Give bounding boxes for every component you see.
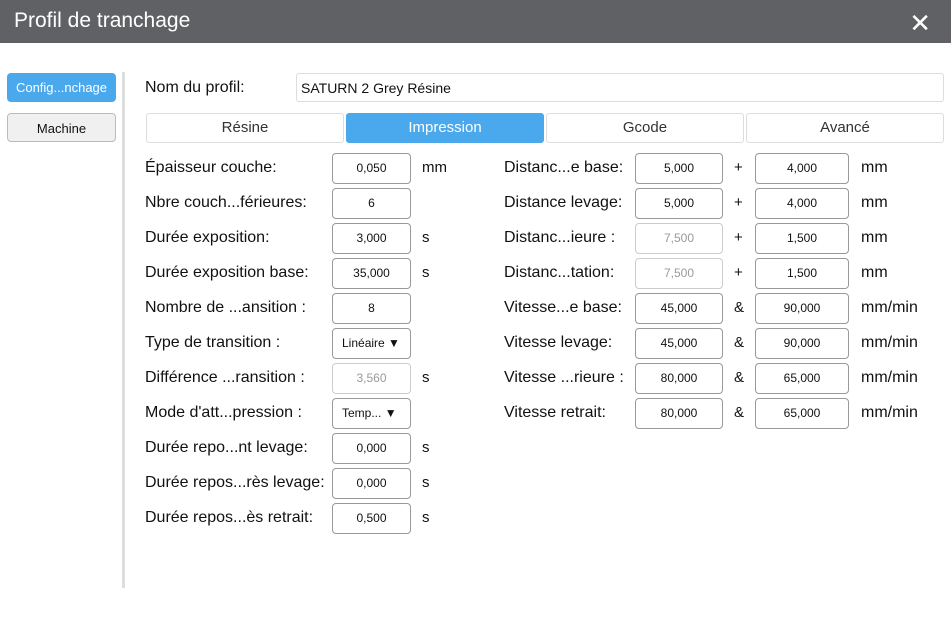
window-title: Profil de tranchage [14,9,191,32]
separator-symbol: & [734,404,745,421]
dropdown-select[interactable]: Linéaire ▼ [332,328,411,359]
value-input[interactable]: 65,000 [755,398,849,429]
value-input[interactable]: 1,500 [755,258,849,289]
separator-symbol: + [734,159,743,176]
unit-label: mm [861,264,888,281]
separator-symbol: & [734,369,745,386]
field-label: Durée repos...ès retrait: [145,509,314,526]
dropdown-value: Temp... [342,406,382,420]
unit-label: mm [861,159,888,176]
value-input[interactable]: 3,000 [332,223,411,254]
chevron-down-icon: ▼ [381,406,397,420]
value-input[interactable]: 65,000 [755,363,849,394]
value-input[interactable]: 7,500 [635,258,723,289]
separator-symbol: + [734,194,743,211]
unit-label: mm [861,229,888,246]
field-label: Épaisseur couche: [145,159,277,176]
dropdown-value: Linéaire [342,336,385,350]
unit-label: mm/min [861,404,918,421]
tab-gcode[interactable]: Gcode [546,113,744,143]
value-input[interactable]: 45,000 [635,328,723,359]
unit-label: s [422,369,430,386]
separator-symbol: + [734,264,743,281]
field-label: Durée repos...rès levage: [145,474,325,491]
field-label: Vitesse...e base: [504,299,622,316]
separator-symbol: + [734,229,743,246]
field-label: Distanc...ieure : [504,229,616,246]
divider [122,72,125,588]
value-input[interactable]: 4,000 [755,153,849,184]
value-input[interactable]: 90,000 [755,328,849,359]
field-label: Type de transition : [145,334,281,351]
chevron-down-icon: ▼ [384,336,400,350]
field-label: Mode d'att...pression : [145,404,302,421]
value-input[interactable]: 5,000 [635,153,723,184]
value-input[interactable]: 6 [332,188,411,219]
unit-label: mm/min [861,334,918,351]
unit-label: mm/min [861,299,918,316]
dropdown-select[interactable]: Temp... ▼ [332,398,411,429]
value-input[interactable]: 7,500 [635,223,723,254]
unit-label: mm [861,194,888,211]
value-input[interactable]: 0,000 [332,433,411,464]
field-label: Distance levage: [504,194,623,211]
field-label: Vitesse retrait: [504,404,606,421]
sidebar-item-config[interactable]: Config...nchage [7,73,116,102]
value-input[interactable]: 0,000 [332,468,411,499]
close-icon[interactable]: ✕ [909,8,931,39]
unit-label: s [422,439,430,456]
profile-name-input[interactable]: SATURN 2 Grey Résine [296,73,944,102]
value-input[interactable]: 0,050 [332,153,411,184]
value-input[interactable]: 5,000 [635,188,723,219]
sidebar-item-machine[interactable]: Machine [7,113,116,142]
field-label: Vitesse ...rieure : [504,369,624,386]
field-label: Durée repo...nt levage: [145,439,308,456]
value-input[interactable]: 80,000 [635,363,723,394]
unit-label: mm [422,159,447,176]
field-label: Nombre de ...ansition : [145,299,306,316]
separator-symbol: & [734,299,745,316]
unit-label: s [422,229,430,246]
title-bar: Profil de tranchage ✕ [0,0,951,43]
profile-name-label: Nom du profil: [145,79,245,96]
field-label: Vitesse levage: [504,334,613,351]
unit-label: s [422,264,430,281]
tab-bar: Résine Impression Gcode Avancé [146,113,944,143]
value-input[interactable]: 0,500 [332,503,411,534]
value-input[interactable]: 45,000 [635,293,723,324]
unit-label: mm/min [861,369,918,386]
value-input[interactable]: 80,000 [635,398,723,429]
value-input[interactable]: 3,560 [332,363,411,394]
field-label: Distanc...tation: [504,264,615,281]
unit-label: s [422,474,430,491]
field-label: Durée exposition base: [145,264,309,281]
field-label: Durée exposition: [145,229,270,246]
field-label: Nbre couch...férieures: [145,194,307,211]
value-input[interactable]: 4,000 [755,188,849,219]
field-label: Différence ...ransition : [145,369,305,386]
value-input[interactable]: 90,000 [755,293,849,324]
tab-resine[interactable]: Résine [146,113,344,143]
tab-impression[interactable]: Impression [346,113,544,143]
separator-symbol: & [734,334,745,351]
tab-avance[interactable]: Avancé [746,113,944,143]
value-input[interactable]: 1,500 [755,223,849,254]
field-label: Distanc...e base: [504,159,624,176]
value-input[interactable]: 35,000 [332,258,411,289]
unit-label: s [422,509,430,526]
value-input[interactable]: 8 [332,293,411,324]
